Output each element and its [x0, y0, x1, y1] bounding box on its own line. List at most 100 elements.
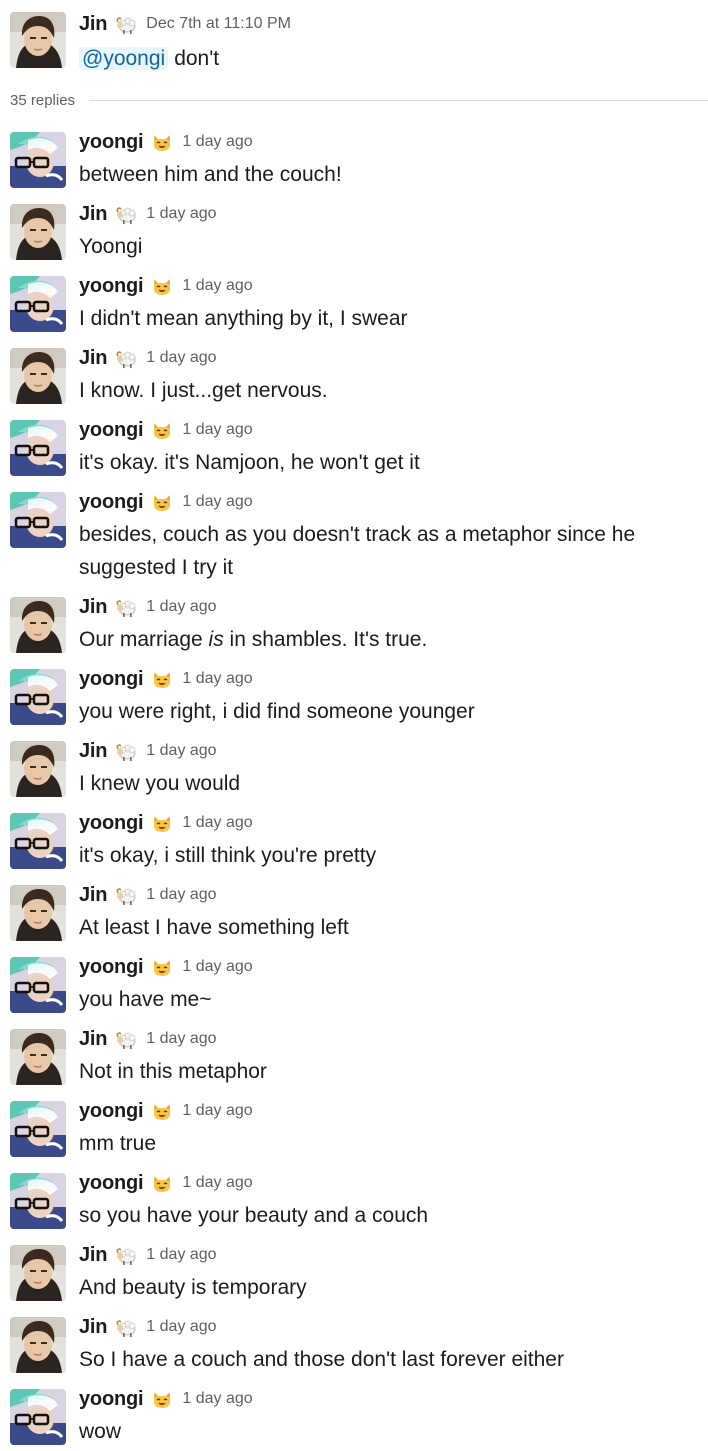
author-name[interactable]: Jin	[79, 1316, 107, 1339]
replies-divider: 35 replies	[10, 88, 708, 112]
avatar[interactable]	[10, 12, 66, 68]
timestamp[interactable]: 1 day ago	[146, 205, 216, 223]
author-name[interactable]: yoongi	[79, 1388, 144, 1411]
timestamp[interactable]: 1 day ago	[146, 1318, 216, 1336]
author-name[interactable]: yoongi	[79, 668, 144, 691]
author-name[interactable]: yoongi	[79, 1100, 144, 1123]
timestamp[interactable]: 1 day ago	[182, 670, 252, 688]
timestamp[interactable]: 1 day ago	[182, 421, 252, 439]
message-header: Jin 1 day ago	[79, 1313, 217, 1341]
message-text: it's okay, i still think you're pretty	[79, 844, 377, 867]
avatar[interactable]	[10, 132, 66, 188]
message-header: yoongi 1 day ago	[79, 1385, 253, 1413]
message-text-part: in shambles. It's true.	[223, 628, 428, 651]
message-text: Yoongi	[79, 235, 143, 258]
cat-emoji-icon	[151, 668, 173, 690]
timestamp[interactable]: 1 day ago	[182, 133, 252, 151]
author-name[interactable]: Jin	[79, 347, 107, 370]
avatar[interactable]	[10, 492, 66, 548]
timestamp[interactable]: 1 day ago	[182, 1390, 252, 1408]
avatar[interactable]	[10, 957, 66, 1013]
author-name[interactable]: Jin	[79, 596, 107, 619]
avatar[interactable]	[10, 741, 66, 797]
author-name[interactable]: yoongi	[79, 275, 144, 298]
ram-emoji-icon	[115, 596, 137, 618]
timestamp[interactable]: 1 day ago	[146, 742, 216, 760]
avatar[interactable]	[10, 348, 66, 404]
timestamp[interactable]: 1 day ago	[182, 1174, 252, 1192]
author-name[interactable]: yoongi	[79, 812, 144, 835]
yoongi-avatar-image	[10, 492, 66, 548]
message-header: yoongi 1 day ago	[79, 128, 253, 156]
author-name[interactable]: Jin	[79, 884, 107, 907]
timestamp[interactable]: Dec 7th at 11:10 PM	[146, 15, 291, 33]
message-header: yoongi 1 day ago	[79, 809, 253, 837]
author-name[interactable]: Jin	[79, 1244, 107, 1267]
message-text: between him and the couch!	[79, 163, 342, 186]
message-header: yoongi 1 day ago	[79, 488, 253, 516]
author-name[interactable]: Jin	[79, 1028, 107, 1051]
message-text: I knew you would	[79, 772, 241, 795]
author-name[interactable]: yoongi	[79, 491, 144, 514]
avatar[interactable]	[10, 276, 66, 332]
message-header: Jin 1 day ago	[79, 1241, 217, 1269]
jin-avatar-image	[10, 204, 66, 260]
cat-emoji-icon	[151, 1172, 173, 1194]
avatar[interactable]	[10, 885, 66, 941]
yoongi-avatar-image	[10, 1389, 66, 1445]
message-header: Jin 1 day ago	[79, 881, 217, 909]
avatar[interactable]	[10, 1029, 66, 1085]
user-mention[interactable]: @yoongi	[79, 47, 169, 70]
timestamp[interactable]: 1 day ago	[182, 277, 252, 295]
timestamp[interactable]: 1 day ago	[182, 1102, 252, 1120]
message-header: Jin Dec 7th at 11:10 PM	[79, 10, 291, 38]
cat-emoji-icon	[151, 275, 173, 297]
message-header: yoongi 1 day ago	[79, 272, 253, 300]
message-header: yoongi 1 day ago	[79, 953, 253, 981]
message-text: it's okay. it's Namjoon, he won't get it	[79, 451, 420, 474]
avatar[interactable]	[10, 1389, 66, 1445]
yoongi-avatar-image	[10, 813, 66, 869]
avatar[interactable]	[10, 1245, 66, 1301]
author-name[interactable]: yoongi	[79, 956, 144, 979]
avatar[interactable]	[10, 1173, 66, 1229]
message-text: I didn't mean anything by it, I swear	[79, 307, 408, 330]
avatar[interactable]	[10, 1101, 66, 1157]
message-text: @yoongi don't	[79, 42, 679, 75]
avatar[interactable]	[10, 420, 66, 476]
ram-emoji-icon	[115, 203, 137, 225]
jin-avatar-image	[10, 741, 66, 797]
yoongi-avatar-image	[10, 669, 66, 725]
author-name[interactable]: Jin	[79, 13, 107, 36]
jin-avatar-image	[10, 597, 66, 653]
avatar[interactable]	[10, 669, 66, 725]
timestamp[interactable]: 1 day ago	[146, 349, 216, 367]
timestamp[interactable]: 1 day ago	[182, 958, 252, 976]
author-name[interactable]: Jin	[79, 203, 107, 226]
cat-emoji-icon	[151, 1100, 173, 1122]
ram-emoji-icon	[115, 13, 137, 35]
avatar[interactable]	[10, 813, 66, 869]
timestamp[interactable]: 1 day ago	[182, 814, 252, 832]
message-header: yoongi 1 day ago	[79, 1169, 253, 1197]
author-name[interactable]: Jin	[79, 740, 107, 763]
message-text-part: Our marriage	[79, 628, 209, 651]
author-name[interactable]: yoongi	[79, 419, 144, 442]
cat-emoji-icon	[151, 491, 173, 513]
avatar[interactable]	[10, 597, 66, 653]
ram-emoji-icon	[115, 884, 137, 906]
timestamp[interactable]: 1 day ago	[182, 493, 252, 511]
cat-emoji-icon	[151, 956, 173, 978]
cat-emoji-icon	[151, 131, 173, 153]
cat-emoji-icon	[151, 812, 173, 834]
timestamp[interactable]: 1 day ago	[146, 1030, 216, 1048]
avatar[interactable]	[10, 1317, 66, 1373]
cat-emoji-icon	[151, 419, 173, 441]
timestamp[interactable]: 1 day ago	[146, 1246, 216, 1264]
author-name[interactable]: yoongi	[79, 1172, 144, 1195]
author-name[interactable]: yoongi	[79, 131, 144, 154]
timestamp[interactable]: 1 day ago	[146, 598, 216, 616]
yoongi-avatar-image	[10, 276, 66, 332]
avatar[interactable]	[10, 204, 66, 260]
timestamp[interactable]: 1 day ago	[146, 886, 216, 904]
